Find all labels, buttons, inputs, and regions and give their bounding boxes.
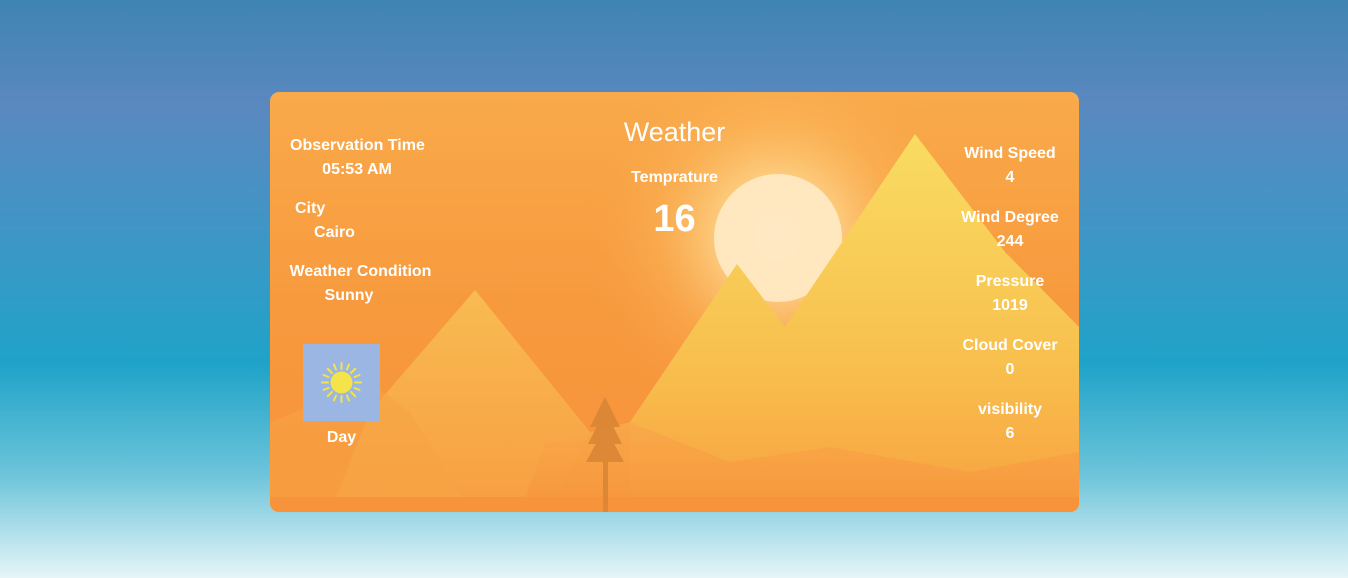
- pressure-label: Pressure: [975, 273, 1045, 290]
- visibility-label: visibility: [977, 401, 1043, 418]
- weather-icon-box: [303, 344, 380, 421]
- observation-time-value: 05:53 AM: [322, 161, 392, 178]
- sun-icon: [321, 362, 362, 403]
- pressure-value: 1019: [992, 297, 1028, 314]
- weather-condition-value: Sunny: [324, 287, 374, 304]
- wind-degree-label: Wind Degree: [961, 209, 1059, 226]
- wind-degree-value: 244: [996, 233, 1024, 250]
- day-label: Day: [326, 429, 357, 446]
- weather-condition-label: Weather Condition: [289, 263, 432, 280]
- city-label: City: [295, 200, 326, 217]
- cloud-cover-label: Cloud Cover: [962, 337, 1058, 354]
- city-value: Cairo: [314, 224, 355, 241]
- wind-speed-label: Wind Speed: [964, 145, 1056, 162]
- observation-time-label: Observation Time: [290, 137, 425, 154]
- ground-strip: [270, 497, 1079, 512]
- visibility-value: 6: [1005, 425, 1015, 442]
- weather-card: Weather Temprature 16 Observation Time 0…: [270, 92, 1079, 512]
- cloud-cover-value: 0: [1005, 361, 1015, 378]
- wind-speed-value: 4: [1005, 169, 1015, 186]
